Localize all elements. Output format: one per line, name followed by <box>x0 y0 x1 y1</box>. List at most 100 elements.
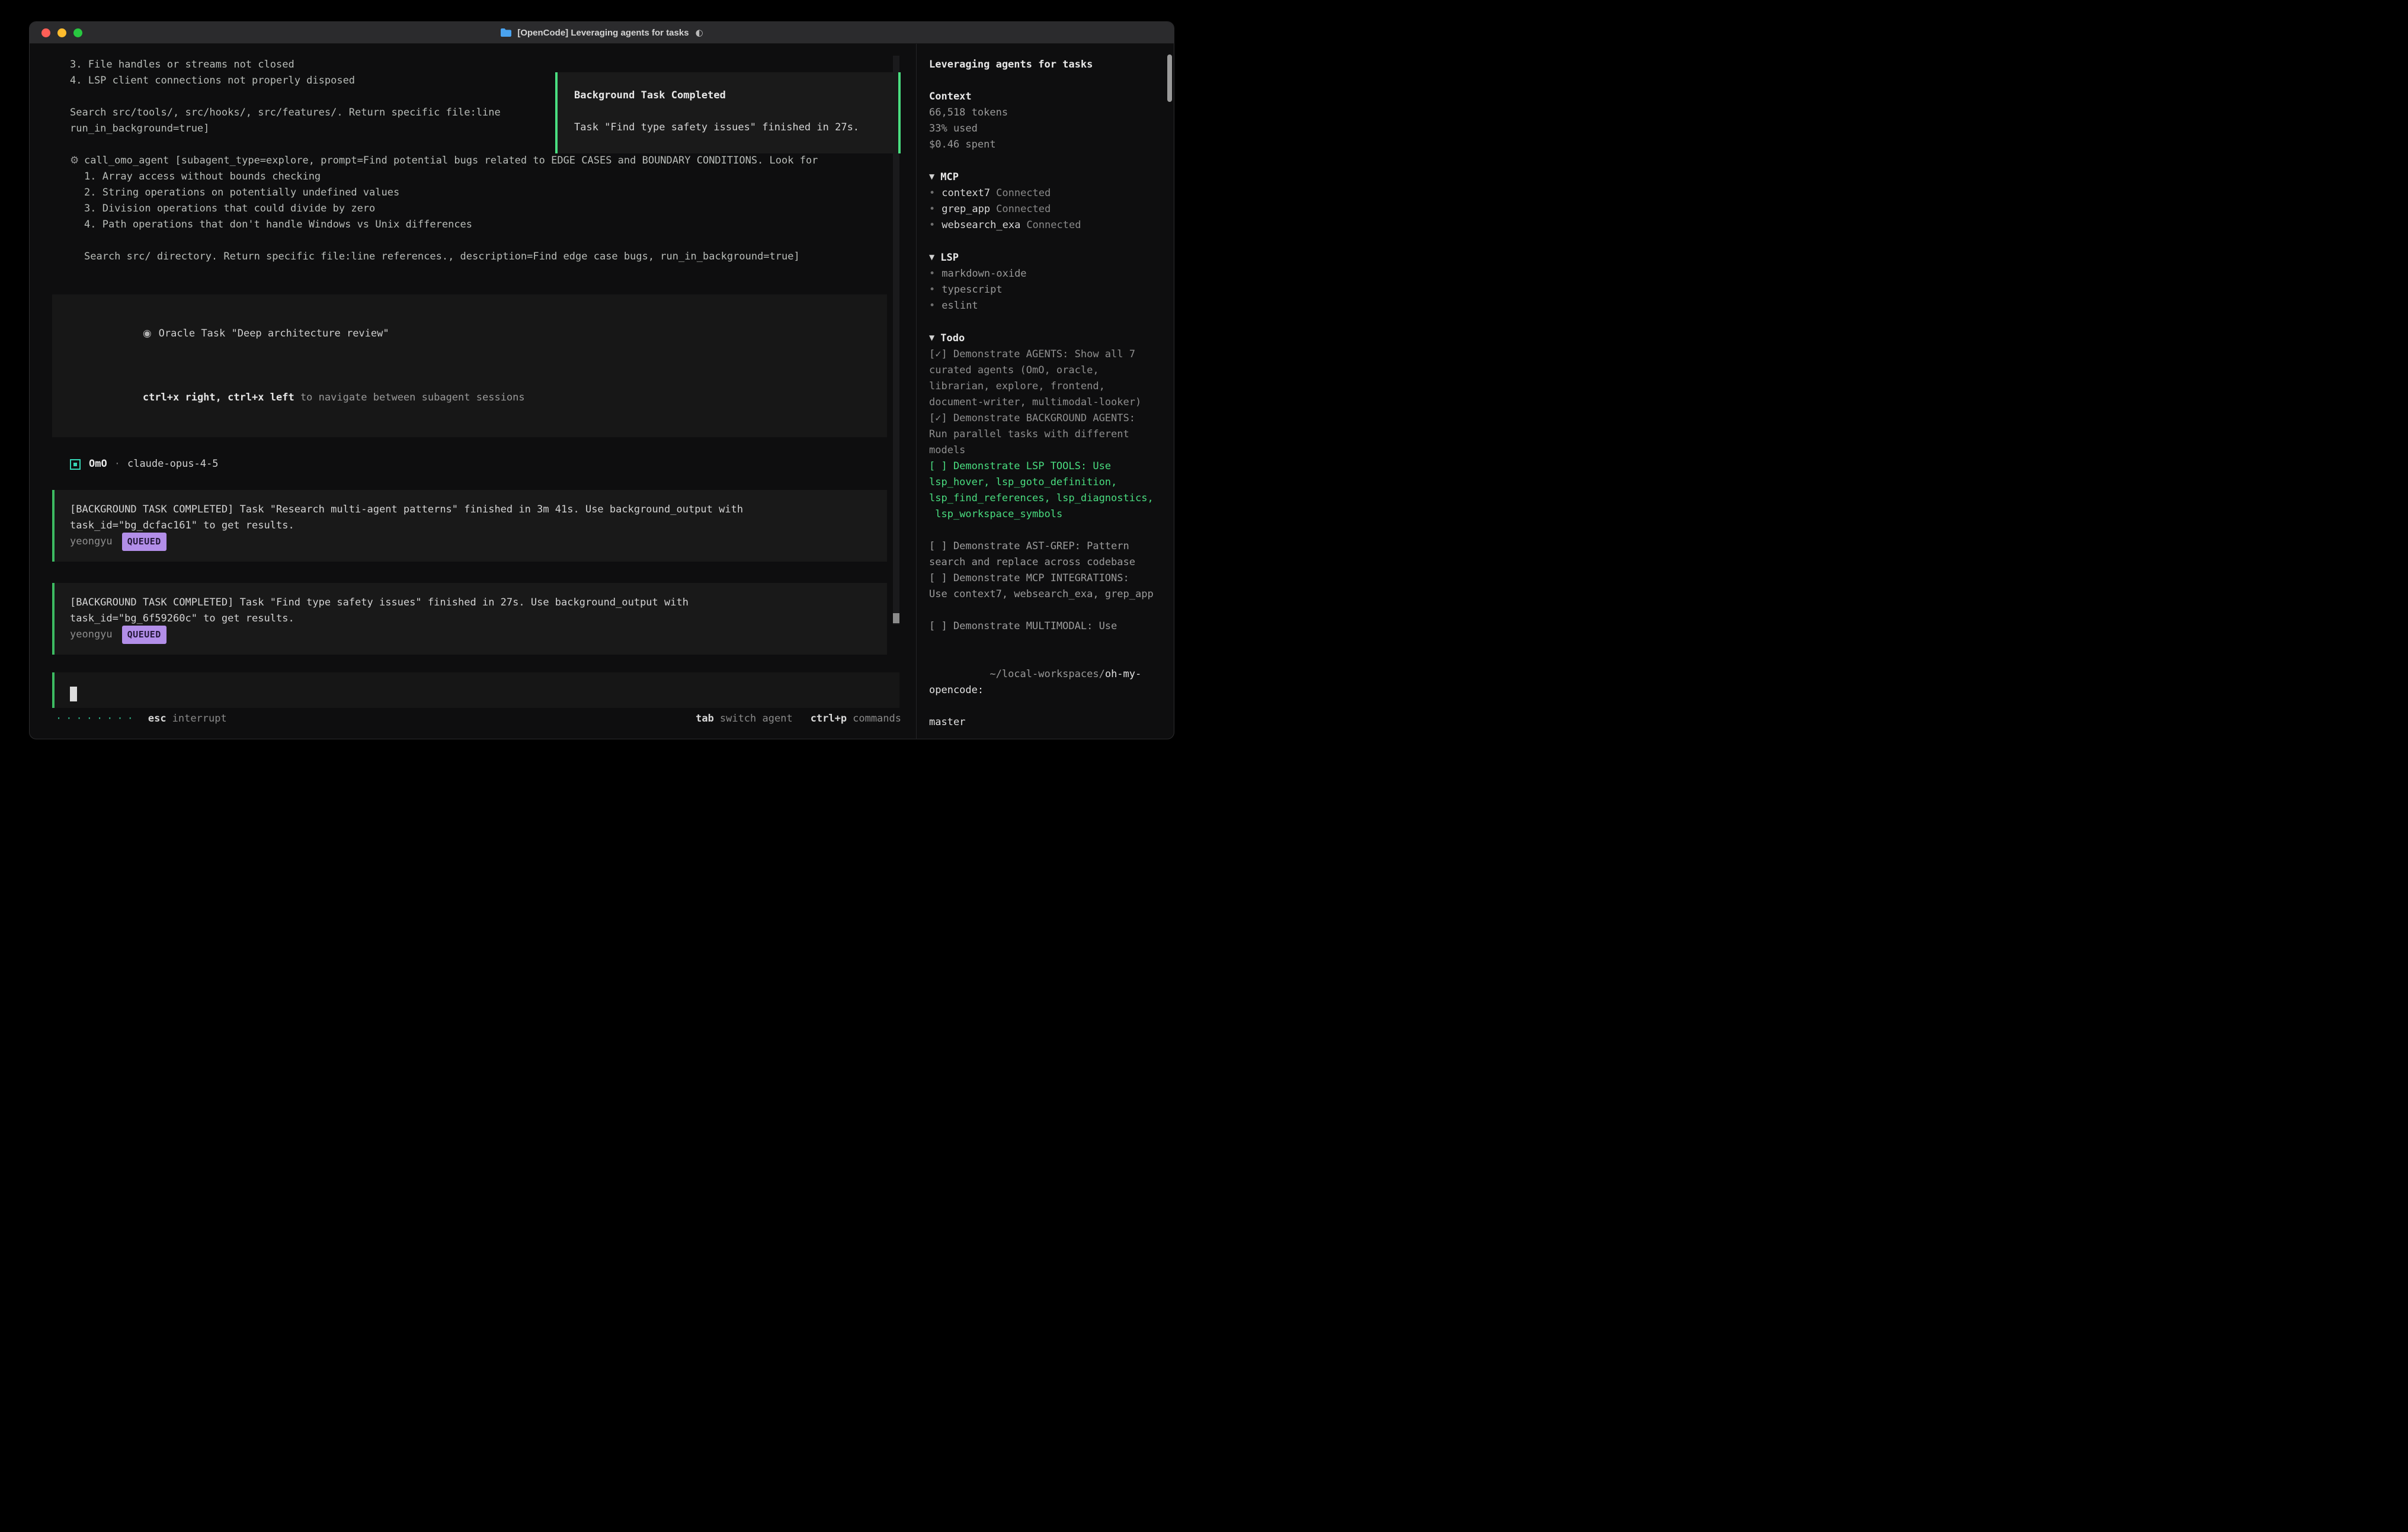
workspace-dir: ~/local-workspaces/ <box>990 668 1104 680</box>
folder-icon <box>500 28 512 37</box>
oracle-task-title-row: ◉Oracle Task "Deep architecture review" <box>70 310 869 358</box>
close-button[interactable] <box>41 28 50 37</box>
mcp-section: ▼MCP •context7Connected•grep_appConnecte… <box>929 169 1162 233</box>
todo-heading[interactable]: ▼Todo <box>929 330 1162 347</box>
agent-name: OmO <box>89 456 107 472</box>
terminal-line: Search src/ directory. Return specific f… <box>84 249 890 265</box>
todo-line: models <box>929 443 1162 459</box>
mcp-heading-label: MCP <box>940 171 959 183</box>
prompt-input[interactable]: OmO Opus 4.5 Anthropic <box>52 672 899 708</box>
terminal-window: [OpenCode] Leveraging agents for tasks ◐… <box>29 21 1174 739</box>
git-branch: master <box>929 714 1162 730</box>
workspace-path-line: ~/local-workspaces/oh-my-opencode: <box>929 650 1162 714</box>
terminal-line: 4. Path operations that don't handle Win… <box>84 217 890 233</box>
tool-call-body: 1. Array access without bounds checking2… <box>70 169 890 265</box>
spinner-dots-icon: ········ <box>56 713 137 725</box>
window-controls <box>41 22 82 43</box>
tool-call-line: ⚙ call_omo_agent [subagent_type=explore,… <box>70 153 890 169</box>
background-task-message: [BACKGROUND TASK COMPLETED] Task "Find t… <box>52 583 887 655</box>
window-title-text: [OpenCode] Leveraging agents for tasks <box>517 28 689 38</box>
lsp-section: ▼LSP •markdown-oxide•typescript•eslint <box>929 249 1162 314</box>
main-area: 3. File handles or streams not closed 4. … <box>30 44 1174 739</box>
terminal-line: 3. Division operations that could divide… <box>84 201 890 217</box>
todo-line: [ ] Demonstrate LSP TOOLS: Use <box>929 459 1162 475</box>
terminal-line: call_omo_agent [subagent_type=explore, p… <box>84 153 890 169</box>
mcp-item: • grep_app Connected <box>929 201 1162 217</box>
todo-line: lsp_workspace_symbols <box>929 507 1162 523</box>
message-line: task_id="bg_dcfac161" to get results. <box>70 518 872 534</box>
tab-key-hint: tab <box>696 713 714 725</box>
status-badge: QUEUED <box>122 533 166 551</box>
todo-line: curated agents (OmO, oracle, <box>929 363 1162 379</box>
todo-line: search and replace across codebase <box>929 555 1162 571</box>
bullet-icon: • <box>929 268 935 280</box>
hint-keys: ctrl+x right, ctrl+x left <box>143 392 294 403</box>
lsp-name: typescript <box>942 284 1002 296</box>
mcp-name: websearch_exa <box>942 219 1020 231</box>
lsp-heading[interactable]: ▼ LSP <box>929 249 1162 266</box>
todo-item: [ ] Demonstrate LSP TOOLS: Uselsp_hover,… <box>929 459 1162 523</box>
todo-line: [ ] Demonstrate MCP INTEGRATIONS: <box>929 571 1162 586</box>
workspace-path: ~/local-workspaces/oh-my-opencode: maste… <box>929 650 1162 730</box>
todo-line: Run parallel tasks with different <box>929 427 1162 443</box>
agent-model: claude-opus-4-5 <box>127 456 219 472</box>
conversation-area: 3. File handles or streams not closed 4. … <box>30 44 916 708</box>
todo-item: [ ] Demonstrate MULTIMODAL: Use <box>929 618 1162 634</box>
context-section: Context 66,518 tokens 33% used $0.46 spe… <box>929 89 1162 153</box>
tab-action-label: switch agent <box>720 713 793 725</box>
message-line: [BACKGROUND TASK COMPLETED] Task "Find t… <box>70 595 872 611</box>
minimize-button[interactable] <box>57 28 66 37</box>
mcp-item: •websearch_exaConnected <box>929 217 1162 233</box>
zoom-button[interactable] <box>73 28 82 37</box>
message-author: yeongyu <box>70 627 113 643</box>
tool-call-output: ⚙ call_omo_agent [subagent_type=explore,… <box>70 153 890 265</box>
sidebar: Leveraging agents for tasks Context 66,5… <box>916 44 1174 739</box>
todo-section: ▼Todo [✓] Demonstrate AGENTS: Show all 7… <box>929 330 1162 634</box>
mcp-status: Connected <box>996 203 1051 215</box>
loading-indicator-icon: ◐ <box>696 27 703 38</box>
bullet-icon: • <box>929 219 935 231</box>
fisheye-icon: ◉ <box>143 328 152 339</box>
lsp-item: • typescript <box>929 282 1162 298</box>
agent-checkbox-icon <box>70 459 81 470</box>
bullet-icon: • <box>929 300 935 312</box>
terminal-line: 3. File handles or streams not closed <box>70 57 890 73</box>
gear-icon: ⚙ <box>70 153 84 169</box>
todo-list: [✓] Demonstrate AGENTS: Show all 7curate… <box>929 347 1162 634</box>
bullet-icon: • <box>929 284 935 296</box>
lsp-list: •markdown-oxide•typescript•eslint <box>929 266 1162 314</box>
scrollbar-thumb[interactable] <box>893 613 899 623</box>
mcp-name: grep_app <box>942 203 990 215</box>
context-heading: Context <box>929 89 1162 105</box>
statusbar-right: tab switch agent ctrl+p commands <box>696 713 901 725</box>
terminal-line: 1. Array access without bounds checking <box>84 169 890 185</box>
todo-item: [✓] Demonstrate BACKGROUND AGENTS:Run pa… <box>929 411 1162 459</box>
status-badge: QUEUED <box>122 626 166 644</box>
todo-line: [ ] Demonstrate MULTIMODAL: Use <box>929 618 1162 634</box>
message-list: [BACKGROUND TASK COMPLETED] Task "Resear… <box>30 490 916 655</box>
text-cursor <box>70 687 77 701</box>
terminal-line <box>84 233 890 249</box>
terminal-pane: 3. File handles or streams not closed 4. … <box>30 44 916 739</box>
lsp-heading-label: LSP <box>940 252 959 264</box>
ctrlp-action-label: commands <box>853 713 901 725</box>
message-meta: yeongyu QUEUED <box>70 627 872 643</box>
session-title: Leveraging agents for tasks <box>929 57 1162 73</box>
message-line: task_id="bg_6f59260c" to get results. <box>70 611 872 627</box>
bullet-icon: • <box>929 187 935 199</box>
todo-item: [ ] Demonstrate MCP INTEGRATIONS:Use con… <box>929 571 1162 602</box>
chevron-down-icon: ▼ <box>929 253 934 261</box>
todo-line: [✓] Demonstrate BACKGROUND AGENTS: <box>929 411 1162 427</box>
todo-line: Use context7, websearch_exa, grep_app <box>929 586 1162 602</box>
navigation-hint: ctrl+x right, ctrl+x left to navigate be… <box>70 374 869 422</box>
ctrlp-key-hint: ctrl+p <box>811 713 847 725</box>
esc-key-hint: esc <box>148 713 166 725</box>
lsp-item: • eslint <box>929 298 1162 314</box>
mcp-heading[interactable]: ▼MCP <box>929 169 1162 185</box>
esc-action-label: interrupt <box>172 713 227 725</box>
lsp-name: eslint <box>942 300 978 312</box>
bullet-icon: • <box>929 203 935 215</box>
todo-line: document-writer, multimodal-looker) <box>929 395 1162 411</box>
message-line: [BACKGROUND TASK COMPLETED] Task "Resear… <box>70 502 872 518</box>
sidebar-scrollbar-thumb[interactable] <box>1167 55 1172 102</box>
